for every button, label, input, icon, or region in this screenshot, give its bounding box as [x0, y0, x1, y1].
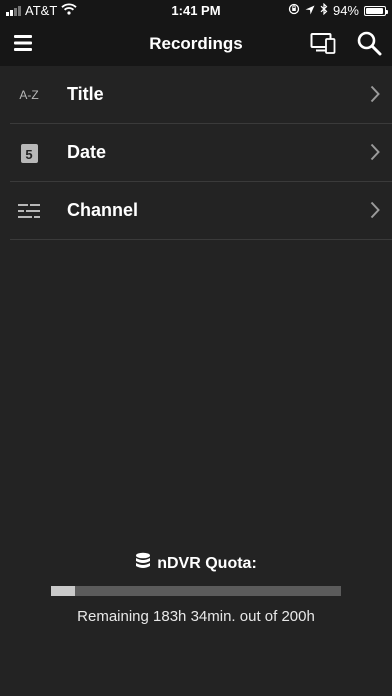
calendar-icon-shape: 5 [20, 143, 38, 163]
devices-icon[interactable] [309, 30, 337, 56]
quota-title-text: nDVR Quota: [157, 554, 257, 572]
sort-by-date-row[interactable]: 5 Date [10, 124, 392, 182]
az-sort-icon-text: A-Z [19, 88, 39, 102]
battery-percent: 94% [332, 3, 359, 18]
navigation-bar: Recordings [0, 20, 392, 66]
status-right: 94% [288, 2, 388, 18]
quota-progress-fill [51, 586, 76, 596]
chevron-right-icon [370, 85, 380, 108]
chevron-right-icon [370, 143, 380, 166]
status-bar: AT&T 1:41 PM 94% [0, 0, 392, 20]
sort-by-channel-row[interactable]: Channel [10, 182, 392, 240]
location-icon [305, 3, 315, 18]
sort-by-title-label: Title [67, 84, 104, 104]
battery-icon [364, 5, 388, 16]
calendar-icon-number: 5 [25, 146, 33, 162]
channel-list-icon [17, 200, 41, 222]
az-sort-icon: A-Z [17, 84, 41, 106]
bluetooth-icon [320, 2, 328, 18]
lock-rotation-icon [288, 3, 300, 18]
quota-remaining-text: Remaining 183h 34min. out of 200h [77, 608, 315, 625]
battery-tip [386, 9, 388, 14]
ndvr-quota-section: nDVR Quota: Remaining 183h 34min. out of… [0, 552, 392, 625]
sort-options-list: A-Z Title 5 Date Channel [0, 66, 392, 240]
quota-progress-bar [51, 586, 341, 596]
calendar-icon: 5 [17, 142, 41, 164]
sort-by-date-label: Date [67, 142, 107, 162]
battery-fill [366, 7, 383, 14]
sort-by-title-row[interactable]: A-Z Title [10, 66, 392, 124]
sort-by-channel-label: Channel [67, 200, 139, 220]
quota-title: nDVR Quota: [0, 552, 392, 575]
chevron-right-icon [370, 201, 380, 224]
database-icon [135, 552, 151, 575]
search-icon[interactable] [355, 30, 383, 56]
